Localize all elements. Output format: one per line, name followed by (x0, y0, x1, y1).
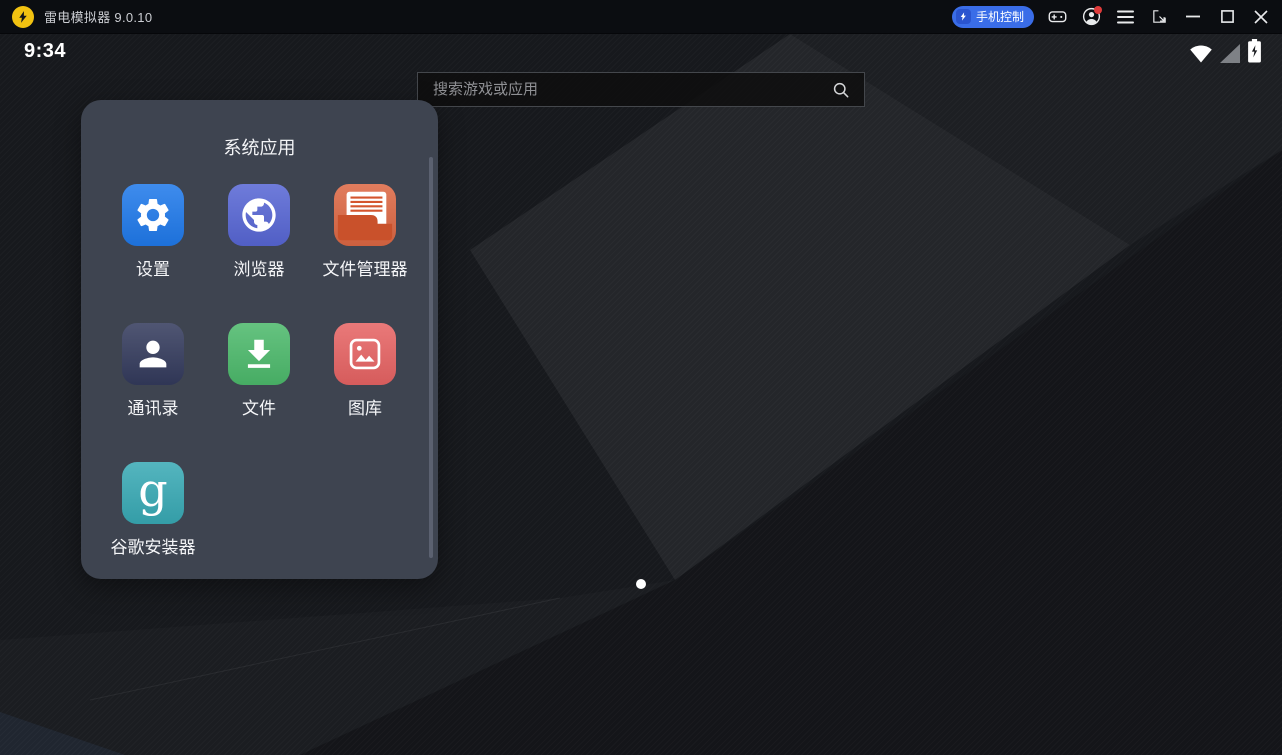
detach-window-icon[interactable] (1142, 0, 1176, 34)
files-tile (228, 323, 290, 385)
settings-tile (122, 184, 184, 246)
gear-icon (133, 195, 173, 235)
cellular-signal-icon (1220, 44, 1240, 63)
file-manager-icon (334, 184, 396, 246)
window-title: 雷电模拟器 9.0.10 (44, 7, 152, 26)
phone-control-button[interactable]: 手机控制 (952, 6, 1034, 28)
google-g-icon: g (138, 467, 167, 513)
system-apps-folder: 系统应用 设置 浏览器 (81, 100, 438, 579)
ldplayer-logo-icon (12, 6, 34, 28)
phone-control-label: 手机控制 (976, 8, 1024, 25)
app-label: 文件管理器 (323, 255, 408, 280)
page-indicator-dot (636, 579, 646, 589)
app-label: 设置 (136, 255, 170, 280)
lightning-bolt-icon (956, 9, 971, 24)
search-bar (417, 72, 865, 107)
gallery-tile (334, 323, 396, 385)
gamepad-icon[interactable] (1040, 0, 1074, 34)
wifi-icon (1189, 43, 1213, 63)
app-label: 图库 (348, 394, 382, 419)
title-bar: 雷电模拟器 9.0.10 手机控制 (0, 0, 1282, 34)
download-icon (240, 335, 278, 373)
android-desktop: 9:34 系统应用 (0, 34, 1282, 755)
gallery-icon (346, 335, 384, 373)
close-icon[interactable] (1244, 0, 1278, 34)
app-file-manager[interactable]: 文件管理器 (312, 184, 418, 280)
emulator-window: 雷电模拟器 9.0.10 手机控制 (0, 0, 1282, 755)
user-account-icon[interactable] (1074, 0, 1108, 34)
app-label: 文件 (242, 394, 276, 419)
battery-charging-icon (1247, 39, 1262, 63)
person-icon (133, 334, 173, 374)
google-installer-tile: g (122, 462, 184, 524)
app-label: 浏览器 (234, 255, 285, 280)
app-files[interactable]: 文件 (206, 323, 312, 419)
app-browser[interactable]: 浏览器 (206, 184, 312, 280)
file-manager-tile (334, 184, 396, 246)
maximize-icon[interactable] (1210, 0, 1244, 34)
menu-icon[interactable] (1108, 0, 1142, 34)
app-grid: 设置 浏览器 (81, 184, 438, 558)
contacts-tile (122, 323, 184, 385)
app-label: 通讯录 (128, 394, 179, 419)
titlebar-controls: 手机控制 (952, 0, 1282, 34)
minimize-icon[interactable] (1176, 0, 1210, 34)
folder-title: 系统应用 (81, 134, 438, 160)
search-input[interactable] (431, 80, 831, 99)
notification-dot (1094, 6, 1102, 14)
app-contacts[interactable]: 通讯录 (100, 323, 206, 419)
app-google-installer[interactable]: g 谷歌安装器 (100, 462, 206, 558)
browser-tile (228, 184, 290, 246)
folder-scrollbar[interactable] (429, 157, 433, 558)
status-clock: 9:34 (24, 40, 66, 63)
globe-icon (239, 195, 279, 235)
status-icons (1189, 39, 1262, 63)
app-settings[interactable]: 设置 (100, 184, 206, 280)
search-icon[interactable] (831, 80, 851, 100)
app-label: 谷歌安装器 (111, 533, 196, 558)
app-gallery[interactable]: 图库 (312, 323, 418, 419)
